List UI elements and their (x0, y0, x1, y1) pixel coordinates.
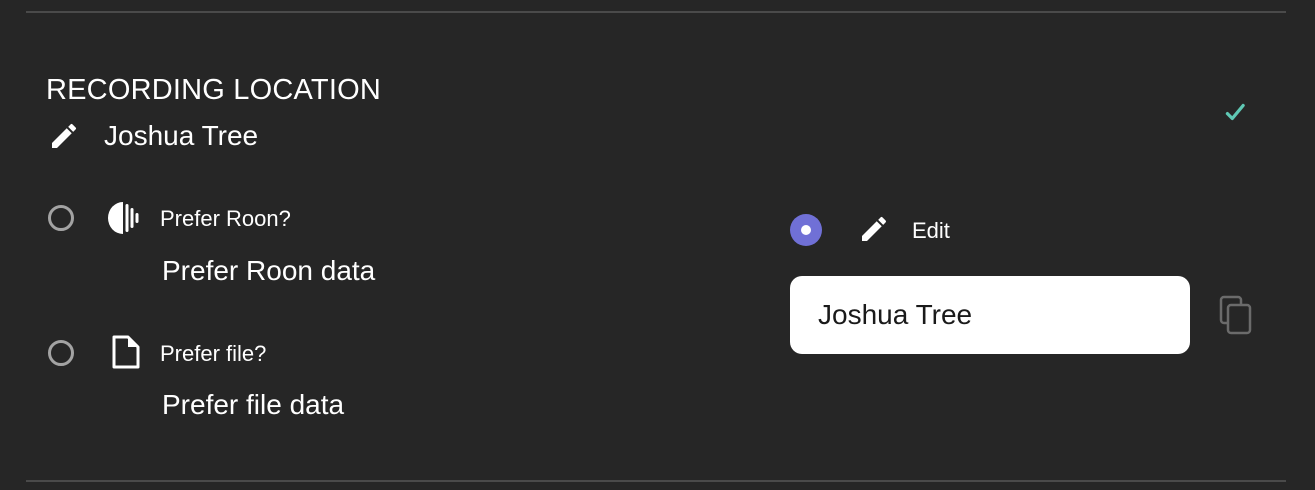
pencil-icon (52, 123, 77, 148)
prefer-roon-value: Prefer Roon data (162, 255, 376, 286)
section-title: RECORDING LOCATION (46, 74, 381, 106)
radio-prefer-roon[interactable] (48, 205, 74, 231)
recording-location-panel: RECORDING LOCATION Joshua Tree Prefer Ro… (0, 0, 1315, 490)
edit-label: Edit (912, 218, 950, 243)
check-icon (1225, 103, 1245, 121)
bottom-divider (26, 480, 1286, 482)
radio-edit[interactable] (790, 214, 822, 246)
edit-location-input[interactable] (790, 276, 1190, 354)
roon-icon (108, 202, 139, 234)
file-icon (112, 335, 140, 369)
edit-pencil-icon (862, 216, 887, 241)
current-value: Joshua Tree (104, 120, 259, 151)
prefer-file-label: Prefer file? (160, 341, 267, 366)
prefer-roon-label: Prefer Roon? (160, 206, 291, 231)
top-divider (26, 11, 1286, 13)
current-value-row: Joshua Tree (48, 116, 258, 156)
copy-icon[interactable] (1218, 294, 1254, 336)
prefer-file-value: Prefer file data (162, 389, 345, 420)
radio-prefer-file[interactable] (48, 340, 74, 366)
